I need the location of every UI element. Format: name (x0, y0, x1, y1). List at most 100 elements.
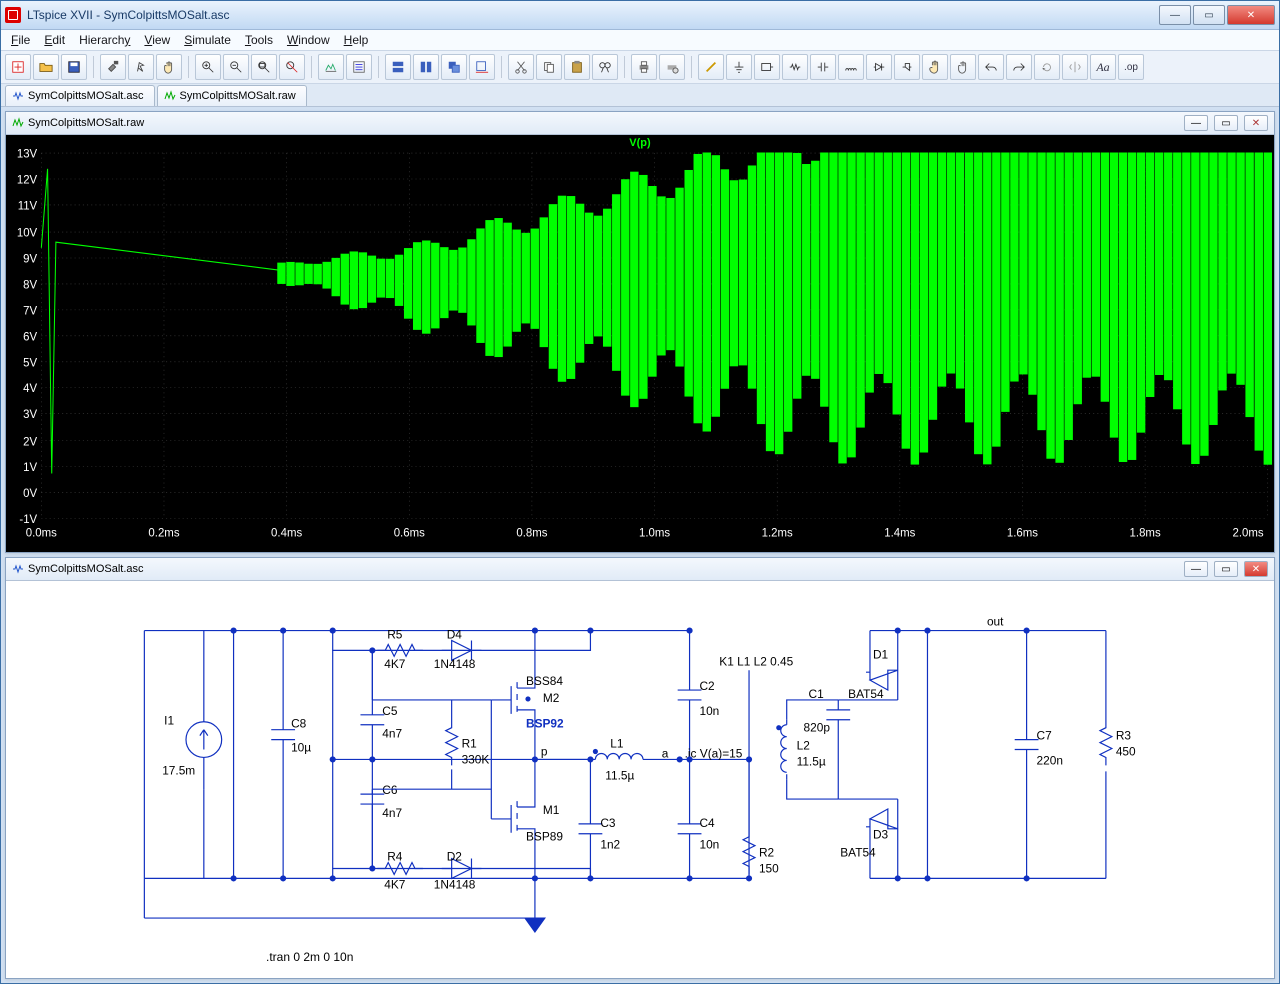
schematic-area[interactable]: I1 17.5m C8 10µ R5 4K7 D4 1N4148 (6, 581, 1274, 978)
mirror-icon[interactable] (1062, 54, 1088, 80)
svg-text:1.2ms: 1.2ms (762, 525, 793, 540)
close-all-icon[interactable] (469, 54, 495, 80)
run-button[interactable] (128, 54, 154, 80)
toolbar-separator (311, 56, 312, 78)
main-window: LTspice XVII - SymColpittsMOSalt.asc — ▭… (0, 0, 1280, 984)
svg-text:220n: 220n (1037, 754, 1063, 768)
print-icon[interactable] (631, 54, 657, 80)
svg-text:BAT54: BAT54 (840, 846, 876, 860)
cut-icon[interactable] (508, 54, 534, 80)
svg-text:8V: 8V (23, 277, 37, 292)
pane-maximize-button[interactable]: ▭ (1214, 561, 1238, 577)
toolbar-separator (93, 56, 94, 78)
spice-directive-icon[interactable]: .op (1118, 54, 1144, 80)
zoom-in-icon[interactable] (195, 54, 221, 80)
svg-text:2.0ms: 2.0ms (1232, 525, 1263, 540)
capacitor-icon[interactable] (810, 54, 836, 80)
window-title: LTspice XVII - SymColpittsMOSalt.asc (27, 8, 1159, 22)
svg-text:1N4148: 1N4148 (434, 658, 476, 672)
close-button[interactable]: ✕ (1227, 5, 1275, 25)
save-button[interactable] (61, 54, 87, 80)
autoscale-icon[interactable] (318, 54, 344, 80)
pane-minimize-button[interactable]: — (1184, 561, 1208, 577)
new-schematic-button[interactable] (5, 54, 31, 80)
svg-text:C7: C7 (1037, 729, 1052, 743)
zoom-fit-icon[interactable] (251, 54, 277, 80)
menu-tools[interactable]: Tools (239, 31, 279, 49)
menu-help[interactable]: Help (338, 31, 375, 49)
svg-text:450: 450 (1116, 745, 1136, 759)
maximize-button[interactable]: ▭ (1193, 5, 1225, 25)
move-icon[interactable] (922, 54, 948, 80)
find-icon[interactable] (592, 54, 618, 80)
window-controls: — ▭ ✕ (1159, 5, 1275, 25)
inductor-icon[interactable] (838, 54, 864, 80)
diode-icon[interactable] (866, 54, 892, 80)
cascade-icon[interactable] (441, 54, 467, 80)
svg-text:R2: R2 (759, 846, 774, 860)
waveform-icon (12, 117, 24, 129)
schematic-icon (12, 90, 24, 102)
paste-icon[interactable] (564, 54, 590, 80)
tile-horz-icon[interactable] (385, 54, 411, 80)
menu-hierarchy[interactable]: Hierarchy (73, 31, 136, 49)
svg-text:C5: C5 (382, 704, 398, 718)
settings-icon[interactable] (346, 54, 372, 80)
svg-text:BAT54: BAT54 (848, 687, 884, 701)
tile-vert-icon[interactable] (413, 54, 439, 80)
resistor-icon[interactable] (782, 54, 808, 80)
svg-text:0.6ms: 0.6ms (394, 525, 425, 540)
plot-area[interactable]: V(p) 13V12V11V10V9V8V7V6V5V4V3V2V1V0V-1V… (6, 135, 1274, 552)
tab-raw[interactable]: SymColpittsMOSalt.raw (157, 85, 307, 106)
redo-icon[interactable] (1006, 54, 1032, 80)
svg-text:p: p (541, 745, 548, 759)
svg-text:C4: C4 (699, 816, 715, 830)
zoom-out-icon[interactable] (223, 54, 249, 80)
draw-wire-icon[interactable] (698, 54, 724, 80)
menu-view[interactable]: View (138, 31, 176, 49)
open-button[interactable] (33, 54, 59, 80)
pane-minimize-button[interactable]: — (1184, 115, 1208, 131)
drag-icon[interactable] (950, 54, 976, 80)
svg-text:I1: I1 (164, 714, 174, 728)
component-icon[interactable] (894, 54, 920, 80)
svg-text:D3: D3 (873, 828, 889, 842)
menu-edit[interactable]: Edit (38, 31, 71, 49)
svg-text:4n7: 4n7 (382, 727, 402, 741)
tab-asc[interactable]: SymColpittsMOSalt.asc (5, 85, 155, 106)
svg-text:0.4ms: 0.4ms (271, 525, 302, 540)
menu-window[interactable]: Window (281, 31, 336, 49)
svg-text:M2: M2 (543, 691, 560, 705)
svg-text:1.8ms: 1.8ms (1130, 525, 1161, 540)
raw-pane: SymColpittsMOSalt.raw — ▭ ✕ V(p) 13V12V1… (5, 111, 1275, 553)
menu-simulate[interactable]: Simulate (178, 31, 237, 49)
plot-svg: 13V12V11V10V9V8V7V6V5V4V3V2V1V0V-1V 0.0m… (6, 135, 1274, 552)
file-tabs: SymColpittsMOSalt.asc SymColpittsMOSalt.… (1, 84, 1279, 107)
svg-text:5V: 5V (23, 355, 37, 370)
copy-icon[interactable] (536, 54, 562, 80)
tran-directive[interactable]: .tran 0 2m 0 10n (266, 950, 353, 964)
undo-icon[interactable] (978, 54, 1004, 80)
svg-text:-1V: -1V (19, 512, 37, 527)
svg-text:BSP89: BSP89 (526, 830, 563, 844)
pane-close-button[interactable]: ✕ (1244, 115, 1268, 131)
hammer-icon[interactable] (100, 54, 126, 80)
pane-maximize-button[interactable]: ▭ (1214, 115, 1238, 131)
tab-asc-label: SymColpittsMOSalt.asc (28, 90, 144, 102)
pane-close-button[interactable]: ✕ (1244, 561, 1268, 577)
svg-text:4K7: 4K7 (384, 658, 405, 672)
text-icon[interactable]: Aa (1090, 54, 1116, 80)
pan-icon[interactable] (156, 54, 182, 80)
svg-text:0.8ms: 0.8ms (516, 525, 547, 540)
svg-text:0.0ms: 0.0ms (26, 525, 57, 540)
zoom-back-icon[interactable] (279, 54, 305, 80)
menu-file[interactable]: File (5, 31, 36, 49)
ground-icon[interactable] (726, 54, 752, 80)
rotate-icon[interactable] (1034, 54, 1060, 80)
label-icon[interactable] (754, 54, 780, 80)
svg-text:C1: C1 (809, 687, 825, 701)
svg-text:3V: 3V (23, 407, 37, 422)
svg-text:10V: 10V (17, 225, 37, 240)
minimize-button[interactable]: — (1159, 5, 1191, 25)
print-setup-icon[interactable] (659, 54, 685, 80)
